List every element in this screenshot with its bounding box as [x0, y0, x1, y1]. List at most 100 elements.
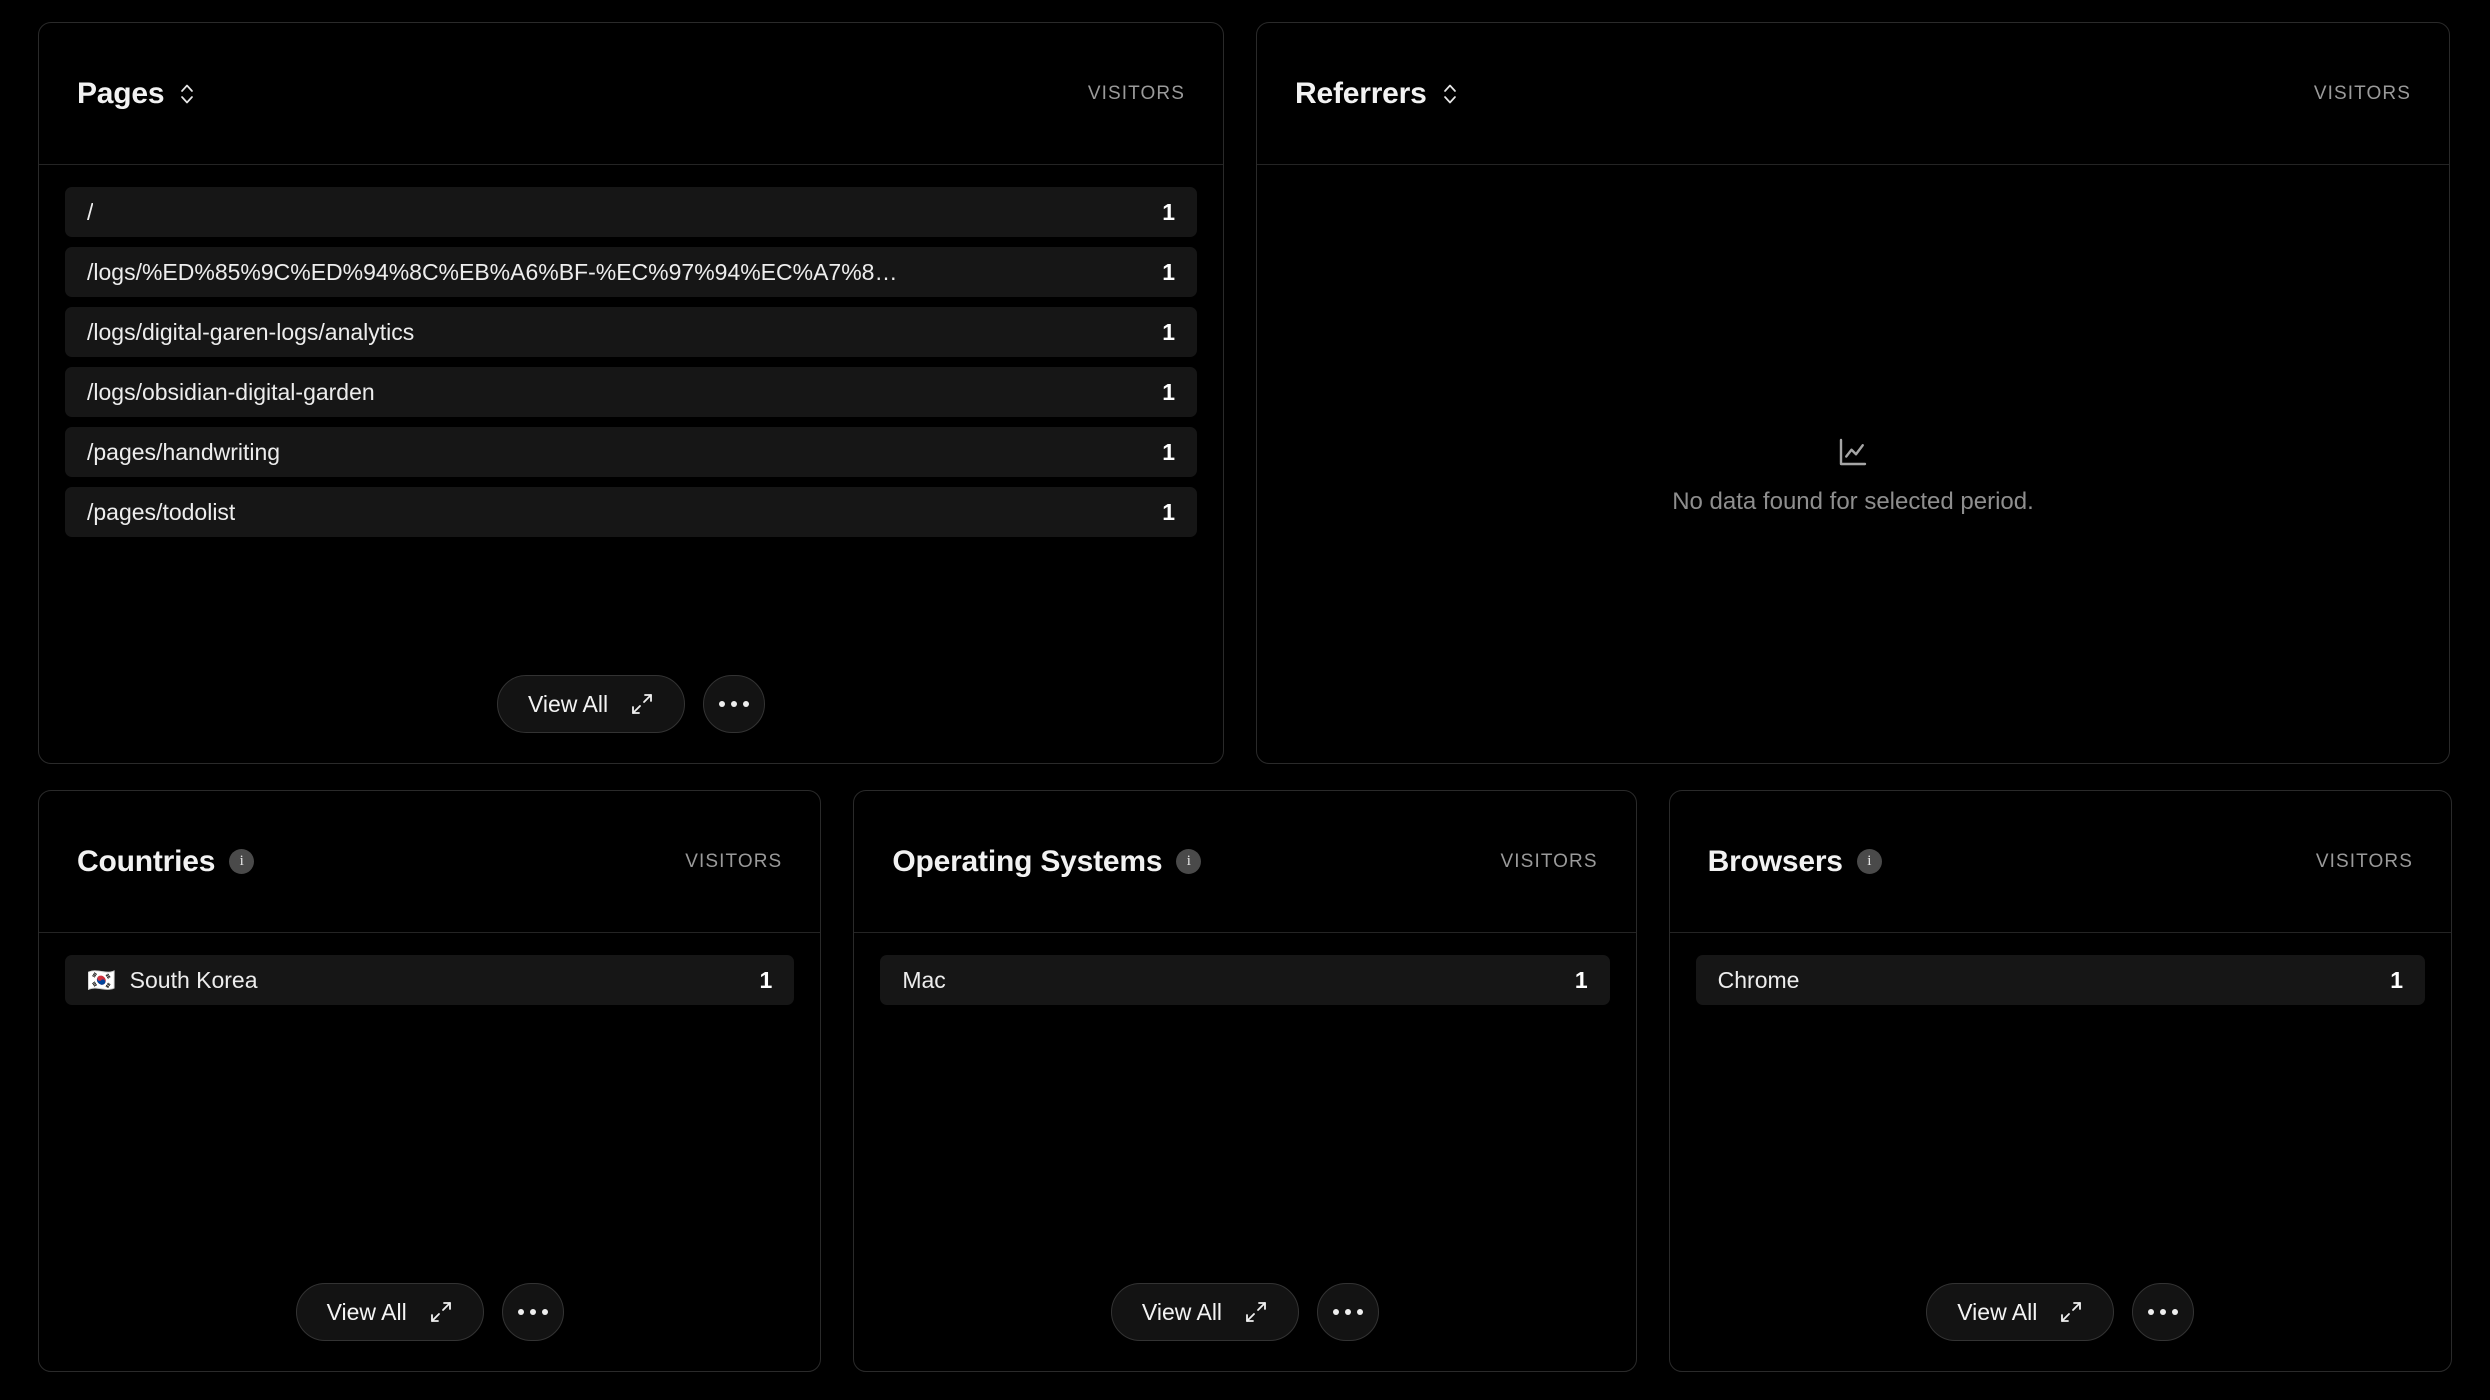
table-row[interactable]: /logs/digital-garen-logs/analytics 1 [65, 307, 1197, 357]
card-browsers-title: Browsers [1707, 844, 1843, 878]
card-referrers-body: No data found for selected period. [1257, 165, 2449, 763]
view-all-label: View All [527, 690, 609, 717]
more-options-button[interactable] [703, 675, 766, 733]
operating-systems-list: Mac 1 [880, 955, 1610, 1005]
view-all-label: View All [1957, 1298, 2038, 1325]
table-row[interactable]: / 1 [65, 187, 1197, 237]
table-row[interactable]: Mac 1 [880, 955, 1610, 1005]
page-path: /pages/handwriting [87, 438, 281, 465]
card-referrers-title-group: Referrers [1295, 77, 1459, 111]
dashboard-row-bottom: Countries i VISITORS 🇰🇷 South Korea 1 Vi… [38, 790, 2452, 1372]
card-browsers-body: Chrome 1 View All [1670, 933, 2451, 1371]
card-browsers-header: Browsers i VISITORS [1669, 791, 2451, 933]
more-dot-icon [517, 1309, 524, 1315]
analytics-dashboard: Pages VISITORS / 1 /logs/%ED%85%9C%ED%94… [0, 0, 2490, 1400]
page-visitors: 1 [1162, 498, 1175, 525]
card-browsers-metric-label: VISITORS [2315, 850, 2413, 872]
browsers-list: Chrome 1 [1695, 955, 2425, 1005]
card-operating-systems-title: Operating Systems [892, 844, 1163, 878]
card-countries-body: 🇰🇷 South Korea 1 View All [39, 933, 820, 1371]
card-countries-header: Countries i VISITORS [39, 791, 821, 933]
more-dot-icon [541, 1309, 548, 1315]
more-dot-icon [719, 701, 726, 707]
view-all-button[interactable]: View All [496, 675, 686, 733]
os-visitors: 1 [1574, 966, 1588, 993]
card-browsers-title-group: Browsers i [1708, 845, 1882, 879]
view-all-button[interactable]: View All [295, 1283, 484, 1341]
dashboard-row-top: Pages VISITORS / 1 /logs/%ED%85%9C%ED%94… [38, 22, 2452, 764]
table-row[interactable]: Chrome 1 [1695, 955, 2425, 1005]
more-options-button[interactable] [501, 1283, 564, 1341]
card-countries-title-group: Countries i [77, 844, 255, 879]
page-visitors: 1 [1162, 198, 1175, 225]
country-label-group: 🇰🇷 South Korea [87, 967, 258, 994]
card-pages-footer: View All [65, 651, 1197, 763]
more-dot-icon [2160, 1309, 2167, 1315]
card-referrers-title: Referrers [1295, 76, 1427, 110]
table-row[interactable]: /logs/%ED%85%9C%ED%94%8C%EB%A6%BF-%EC%97… [65, 247, 1197, 297]
card-referrers-header: Referrers VISITORS [1257, 23, 2449, 165]
sort-chevrons-icon[interactable] [1441, 80, 1459, 108]
card-referrers-metric-label: VISITORS [2313, 82, 2411, 104]
table-row[interactable]: /logs/obsidian-digital-garden 1 [65, 367, 1197, 417]
card-pages-body: / 1 /logs/%ED%85%9C%ED%94%8C%EB%A6%BF-%E… [39, 165, 1223, 763]
more-dot-icon [731, 701, 738, 707]
info-icon[interactable]: i [229, 849, 255, 874]
page-visitors: 1 [1162, 438, 1175, 465]
card-operating-systems-footer: View All [880, 1259, 1609, 1371]
page-path: /logs/obsidian-digital-garden [87, 378, 375, 405]
card-countries: Countries i VISITORS 🇰🇷 South Korea 1 Vi… [38, 790, 822, 1372]
line-chart-icon [1835, 434, 1871, 470]
page-path: /pages/todolist [87, 498, 236, 525]
browser-name: Chrome [1717, 966, 1800, 993]
view-all-button[interactable]: View All [1926, 1283, 2115, 1341]
page-visitors: 1 [1162, 378, 1175, 405]
table-row[interactable]: /pages/handwriting 1 [65, 427, 1197, 477]
page-path: /logs/digital-garen-logs/analytics [87, 318, 415, 345]
card-operating-systems-body: Mac 1 View All [854, 933, 1635, 1371]
sort-chevrons-icon[interactable] [178, 80, 196, 108]
pages-list: / 1 /logs/%ED%85%9C%ED%94%8C%EB%A6%BF-%E… [65, 187, 1197, 537]
card-countries-metric-label: VISITORS [685, 850, 783, 872]
table-row[interactable]: 🇰🇷 South Korea 1 [65, 955, 795, 1005]
os-name: Mac [902, 966, 946, 993]
expand-arrows-icon [429, 1300, 453, 1324]
countries-list: 🇰🇷 South Korea 1 [65, 955, 795, 1005]
card-operating-systems-title-group: Operating Systems i [892, 844, 1202, 879]
card-pages: Pages VISITORS / 1 /logs/%ED%85%9C%ED%94… [38, 22, 1224, 764]
view-all-label: View All [326, 1298, 407, 1325]
info-icon[interactable]: i [1856, 849, 1882, 874]
view-all-label: View All [1141, 1298, 1223, 1325]
more-dot-icon [1333, 1309, 1340, 1315]
card-browsers: Browsers i VISITORS Chrome 1 View All [1668, 790, 2452, 1372]
more-options-button[interactable] [2132, 1283, 2195, 1341]
page-visitors: 1 [1162, 258, 1175, 285]
card-browsers-footer: View All [1696, 1259, 2425, 1371]
country-name: South Korea [129, 966, 258, 993]
referrers-empty-state: No data found for selected period. [1283, 187, 2423, 763]
more-dot-icon [2172, 1309, 2179, 1315]
page-visitors: 1 [1162, 318, 1175, 345]
card-operating-systems-header: Operating Systems i VISITORS [854, 791, 1636, 933]
more-dot-icon [1357, 1309, 1364, 1315]
card-pages-title-group: Pages [77, 77, 196, 111]
empty-state-message: No data found for selected period. [1672, 488, 2034, 515]
more-dot-icon [1345, 1309, 1352, 1315]
expand-arrows-icon [2059, 1300, 2083, 1324]
card-operating-systems: Operating Systems i VISITORS Mac 1 View … [853, 790, 1637, 1372]
table-row[interactable]: /pages/todolist 1 [65, 487, 1197, 537]
country-visitors: 1 [759, 966, 773, 993]
more-options-button[interactable] [1317, 1283, 1380, 1341]
country-flag-icon: 🇰🇷 [87, 966, 116, 993]
page-path: /logs/%ED%85%9C%ED%94%8C%EB%A6%BF-%EC%97… [87, 258, 898, 285]
more-dot-icon [2148, 1309, 2155, 1315]
page-path: / [87, 198, 94, 225]
card-referrers: Referrers VISITORS No data found for sel… [1256, 22, 2450, 764]
more-dot-icon [743, 701, 750, 707]
info-icon[interactable]: i [1176, 849, 1202, 874]
more-dot-icon [529, 1309, 536, 1315]
view-all-button[interactable]: View All [1110, 1283, 1300, 1341]
card-countries-title: Countries [77, 844, 216, 878]
browser-visitors: 1 [2390, 966, 2403, 993]
expand-arrows-icon [1244, 1300, 1268, 1324]
